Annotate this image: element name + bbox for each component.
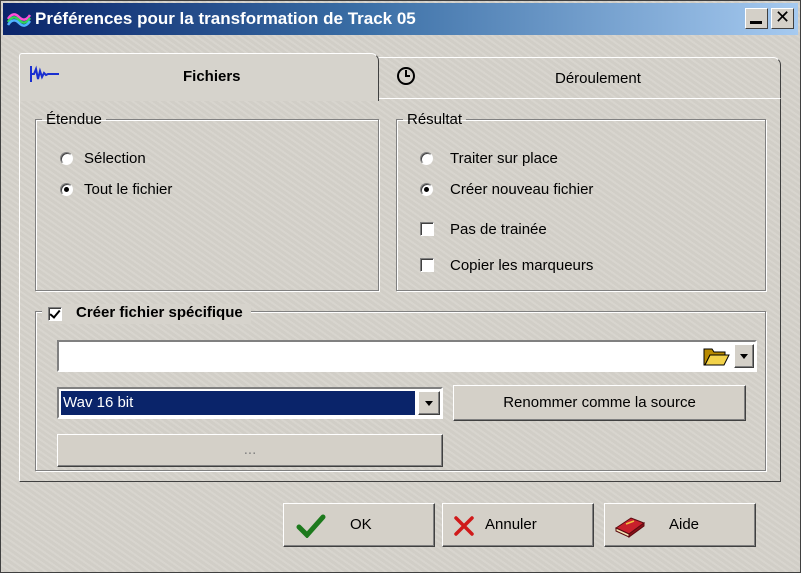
tab-deroulement-label: Déroulement xyxy=(555,70,641,87)
result-legend: Résultat xyxy=(407,111,463,128)
chevron-down-icon xyxy=(425,401,433,406)
waveform-icon xyxy=(30,65,59,82)
cross-icon xyxy=(454,516,474,536)
scope-group: Étendue xyxy=(35,111,379,291)
radio-whole-file[interactable] xyxy=(60,183,73,196)
tab-deroulement[interactable]: Déroulement xyxy=(377,57,781,99)
format-selected-value: Wav 16 bit xyxy=(61,391,415,415)
window-title: Préférences pour la transformation de Tr… xyxy=(35,9,416,28)
close-icon: ✕ xyxy=(774,7,791,28)
format-selected-label: Wav 16 bit xyxy=(63,394,134,411)
check-copy-markers-label: Copier les marqueurs xyxy=(450,257,594,274)
rename-as-source-label: Renommer comme la source xyxy=(503,394,696,411)
format-select[interactable]: Wav 16 bit xyxy=(57,387,443,419)
tab-fichiers-label: Fichiers xyxy=(183,68,241,85)
checkbox-no-tail[interactable] xyxy=(420,222,434,236)
specific-file-legend: Créer fichier spécifique xyxy=(76,304,243,321)
checkmark-icon xyxy=(296,514,326,538)
help-button[interactable]: Aide xyxy=(604,503,756,547)
ok-button[interactable]: OK xyxy=(283,503,435,547)
scope-legend: Étendue xyxy=(46,111,102,128)
rename-as-source-button[interactable]: Renommer comme la source xyxy=(453,385,746,421)
radio-selection[interactable] xyxy=(60,152,73,165)
tab-fichiers[interactable]: Fichiers xyxy=(19,53,379,101)
cancel-button[interactable]: Annuler xyxy=(442,503,594,547)
minimize-icon xyxy=(750,21,762,24)
browse-folder-button[interactable] xyxy=(701,344,731,368)
checkbox-specific-file[interactable] xyxy=(48,307,62,321)
path-history-dropdown-button[interactable] xyxy=(734,344,754,368)
scope-option-selection-label: Sélection xyxy=(84,150,146,167)
ellipsis-label: ... xyxy=(243,441,257,458)
folder-open-icon xyxy=(703,348,730,366)
dialog-window: Préférences pour la transformation de Tr… xyxy=(0,0,801,573)
checkbox-copy-markers[interactable] xyxy=(420,258,434,272)
book-icon xyxy=(614,517,646,538)
app-icon xyxy=(7,13,31,27)
close-button[interactable]: ✕ xyxy=(771,7,794,29)
chevron-down-icon xyxy=(740,354,748,359)
help-label: Aide xyxy=(669,516,700,533)
minimize-button[interactable] xyxy=(745,8,768,29)
radio-new-file[interactable] xyxy=(420,183,433,196)
files-tab-panel: Étendue Sélection Tout le fichier Résult… xyxy=(19,98,781,482)
check-no-tail-label: Pas de trainée xyxy=(450,221,547,238)
output-path-field[interactable] xyxy=(57,340,757,372)
ok-label: OK xyxy=(350,516,372,533)
scope-option-whole-file-label: Tout le fichier xyxy=(84,181,173,198)
result-option-in-place-label: Traiter sur place xyxy=(450,150,558,167)
tab-strip: Fichiers Déroulement xyxy=(19,53,781,101)
title-bar[interactable]: Préférences pour la transformation de Tr… xyxy=(3,3,798,35)
ellipsis-button[interactable]: ... xyxy=(57,434,443,467)
clock-icon xyxy=(397,67,415,85)
radio-in-place[interactable] xyxy=(420,152,433,165)
format-dropdown-button[interactable] xyxy=(418,391,440,415)
specific-file-toggle[interactable]: Créer fichier spécifique xyxy=(42,304,251,324)
cancel-label: Annuler xyxy=(485,516,537,533)
result-option-new-file-label: Créer nouveau fichier xyxy=(450,181,594,198)
